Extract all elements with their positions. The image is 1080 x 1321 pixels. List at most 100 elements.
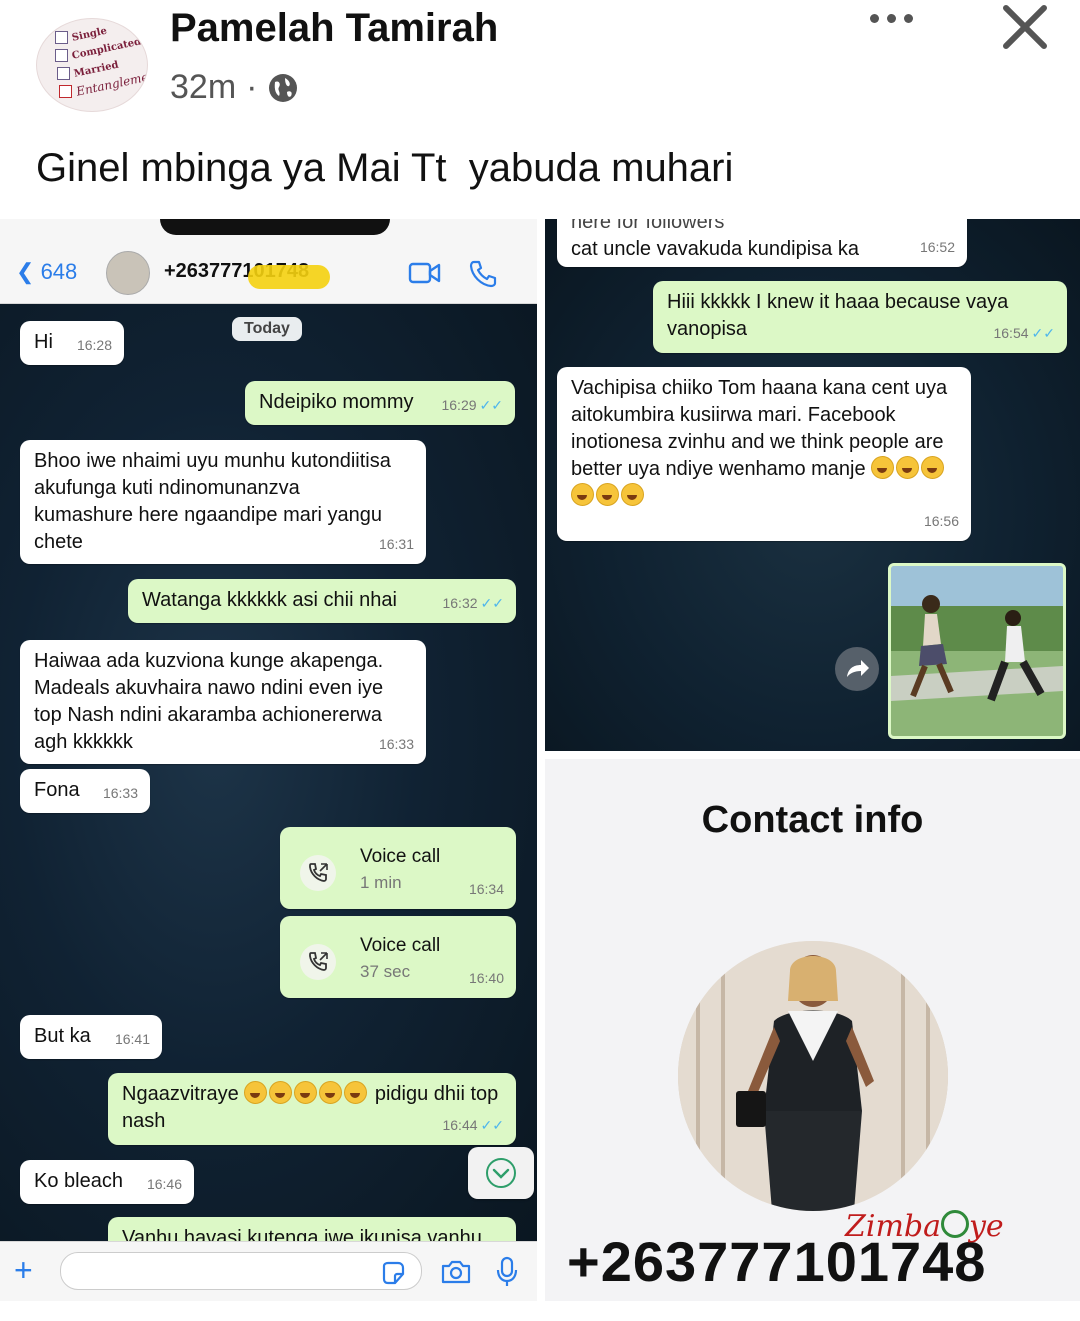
message-time: 16:33	[378, 736, 414, 752]
message-incoming[interactable]: Fona 16:33	[20, 769, 150, 813]
back-button[interactable]: ❮ 648	[16, 259, 77, 285]
message-text-part: Ngaazvitraye	[122, 1083, 239, 1105]
avatar-checkbox	[55, 31, 68, 44]
post-author[interactable]: Pamelah Tamirah	[170, 6, 498, 51]
message-incoming[interactable]: Vachipisa chiiko Tom haana kana cent uya…	[557, 367, 971, 541]
read-receipt-icon: ✓✓	[480, 1117, 504, 1133]
phone-incoming-icon	[300, 944, 336, 980]
laughing-emoji-icon	[344, 1081, 368, 1104]
message-outgoing[interactable]: Ngaazvitraye pidigu dhii top nash 16:44 ✓…	[108, 1073, 516, 1145]
more-options-button[interactable]	[866, 10, 918, 36]
message-text: Bhoo iwe nhaimi uyu munhu kutondiitisa a…	[34, 450, 391, 553]
message-time: 16:40	[468, 970, 504, 986]
laughing-emoji-icon	[921, 456, 945, 479]
author-avatar[interactable]: Single Complicated Married Entanglement	[36, 18, 148, 112]
close-icon[interactable]	[1000, 2, 1050, 52]
chat-screenshot-left: ❮ 648 +263777101748 Today Hi 16:28 Ndeip…	[0, 219, 537, 1301]
video-message-thumbnail[interactable]	[888, 563, 1066, 739]
message-time: 16:56	[923, 513, 959, 529]
message-text: Haiwaa ada kuzviona kunge akapenga. Made…	[34, 650, 384, 753]
globe-icon	[269, 73, 298, 102]
contact-info-title: Contact info	[701, 799, 924, 841]
message-incoming[interactable]: Ko bleach 16:46	[20, 1160, 194, 1204]
phone-call-icon[interactable]	[468, 259, 498, 289]
message-incoming[interactable]: Hi 16:28	[20, 321, 124, 365]
post-meta: 32m ·	[170, 68, 299, 107]
read-receipt-icon: ✓✓	[479, 397, 503, 413]
message-time: 16:34	[468, 881, 504, 897]
message-input[interactable]	[60, 1252, 422, 1290]
post-time[interactable]: 32m	[170, 68, 236, 107]
forward-button[interactable]	[835, 647, 879, 691]
scroll-to-bottom-button[interactable]	[468, 1147, 534, 1199]
video-call-icon[interactable]	[408, 261, 442, 285]
message-incoming[interactable]: here for followers cat uncle vavakuda ku…	[557, 219, 967, 267]
contact-info-panel: Contact info +263777101748 Zimba ye	[545, 759, 1080, 1301]
laughing-emoji-icon	[294, 1081, 318, 1104]
message-time: 16:46	[146, 1176, 182, 1192]
message-time: 16:32 ✓✓	[442, 590, 504, 617]
message-time: 16:31	[378, 536, 414, 552]
voice-call-message[interactable]: Voice call 37 sec 16:40	[280, 916, 516, 998]
avatar-checkbox	[57, 67, 70, 80]
laughing-emoji-icon	[244, 1081, 268, 1104]
call-duration: 1 min	[360, 873, 402, 892]
time-text: 16:44	[442, 1117, 478, 1133]
read-receipt-icon: ✓✓	[1031, 325, 1055, 341]
woman-portrait-image	[678, 941, 948, 1211]
message-text: cat uncle vavakuda kundipisa ka	[571, 238, 859, 260]
dot-icon	[887, 14, 896, 23]
message-time: 16:28	[76, 337, 112, 353]
call-title: Voice call	[360, 935, 441, 956]
message-time: 16:33	[102, 785, 138, 801]
redaction-highlight	[248, 265, 330, 289]
date-separator: Today	[232, 317, 302, 341]
running-people-image	[891, 566, 1063, 736]
phone-notch	[160, 219, 390, 235]
avatar-checkbox-checked	[59, 85, 72, 98]
avatar-text-single: Single	[71, 25, 108, 44]
message-outgoing[interactable]: Ndeipiko mommy 16:29 ✓✓	[245, 381, 515, 425]
message-time: 16:41	[114, 1031, 150, 1047]
time-text: 16:32	[442, 595, 478, 611]
time-text: 16:29	[441, 397, 477, 413]
message-incoming[interactable]: But ka 16:41	[20, 1015, 162, 1059]
laughing-emoji-icon	[871, 456, 895, 479]
dot-icon	[870, 14, 879, 23]
contact-profile-photo[interactable]	[678, 941, 948, 1211]
laughing-emoji-icon	[571, 483, 594, 506]
meta-separator: ·	[246, 68, 258, 106]
back-count: 648	[40, 259, 78, 284]
message-text: Vachipisa chiiko Tom haana kana cent uya…	[571, 375, 961, 510]
chat-screenshot-right: here for followers cat uncle vavakuda ku…	[545, 219, 1080, 751]
contact-avatar[interactable]	[106, 251, 150, 295]
chevron-down-icon	[486, 1158, 516, 1188]
message-time: 16:54 ✓✓	[993, 320, 1055, 347]
forward-arrow-icon	[847, 660, 869, 677]
message-time: 16:44 ✓✓	[442, 1112, 504, 1139]
time-text: 16:54	[993, 325, 1029, 341]
laughing-emoji-icon	[896, 456, 920, 479]
plus-icon[interactable]: +	[14, 1254, 33, 1286]
message-incoming[interactable]: Haiwaa ada kuzviona kunge akapenga. Made…	[20, 640, 426, 764]
message-text-top: here for followers	[571, 219, 725, 233]
message-time: 16:29 ✓✓	[441, 392, 503, 419]
dot-icon	[904, 14, 913, 23]
message-time: 16:52	[919, 239, 955, 255]
post-text: Ginel mbinga ya Mai Tt yabuda muhari	[36, 146, 734, 190]
message-outgoing[interactable]: Watanga kkkkkk asi chii nhai 16:32 ✓✓	[128, 579, 516, 623]
chevron-left-icon: ❮	[16, 259, 35, 284]
message-outgoing[interactable]: Hiii kkkkk I knew it haaa because vaya v…	[653, 281, 1067, 353]
sticker-icon[interactable]	[380, 1260, 406, 1286]
message-input-bar: +	[0, 1241, 537, 1301]
microphone-icon[interactable]	[496, 1256, 518, 1288]
message-incoming[interactable]: Bhoo iwe nhaimi uyu munhu kutondiitisa a…	[20, 440, 426, 564]
laughing-emoji-icon	[319, 1081, 343, 1104]
laughing-emoji-icon	[269, 1081, 293, 1104]
laughing-emoji-icon	[621, 483, 644, 506]
phone-incoming-icon	[300, 855, 336, 891]
voice-call-message[interactable]: Voice call 1 min 16:34	[280, 827, 516, 909]
call-duration: 37 sec	[360, 962, 411, 981]
read-receipt-icon: ✓✓	[480, 595, 504, 611]
camera-icon[interactable]	[440, 1258, 472, 1286]
